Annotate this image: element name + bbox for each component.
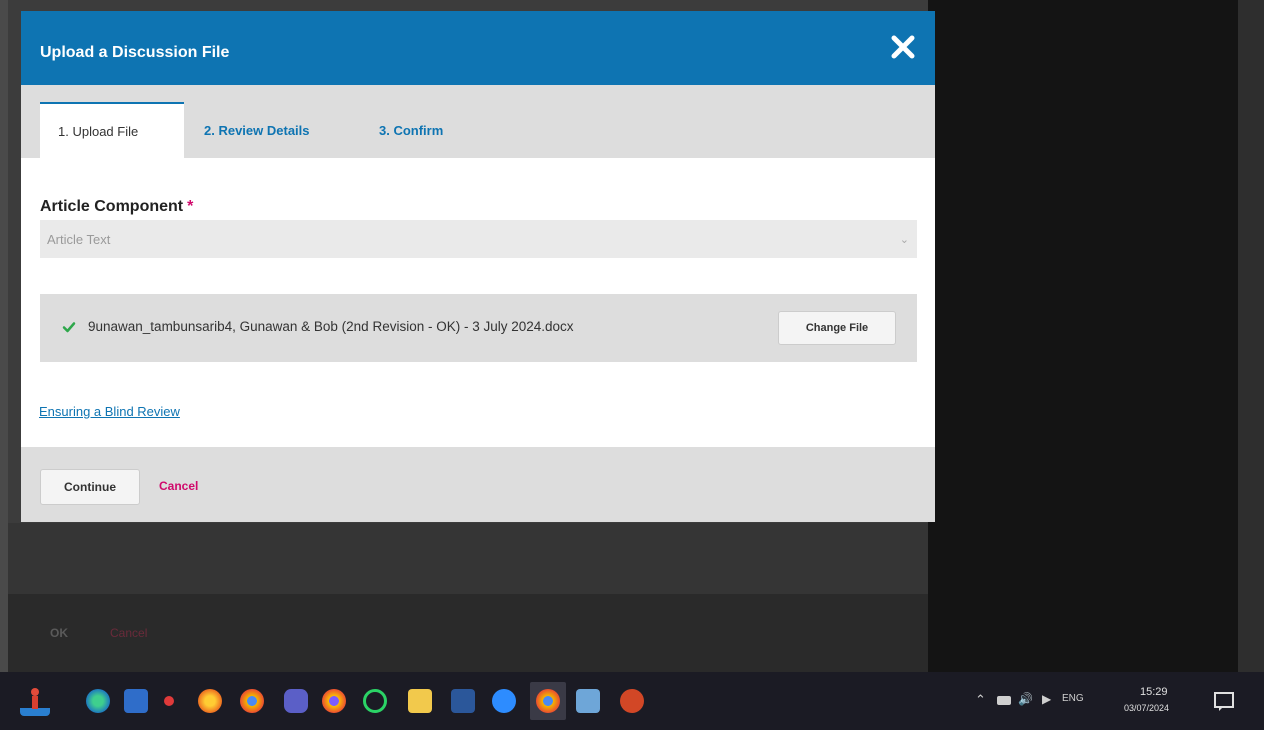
teams-icon[interactable] (284, 689, 308, 713)
tab-label: 2. Review Details (204, 122, 310, 138)
chrome-icon[interactable] (240, 689, 264, 713)
language-indicator[interactable]: ENG (1062, 693, 1084, 704)
continue-button[interactable]: Continue (40, 469, 140, 505)
tab-label: 1. Upload File (58, 123, 139, 139)
article-component-label: Article Component * (40, 198, 193, 216)
required-mark: * (187, 198, 194, 215)
background-ok-button: OK (50, 626, 68, 640)
cancel-link[interactable]: Cancel (159, 479, 198, 493)
whatsapp-icon[interactable] (363, 689, 387, 713)
store-icon[interactable] (124, 689, 148, 713)
change-file-button[interactable]: Change File (778, 311, 896, 345)
taskbar: ⌃ 🔊 ▶ ENG 15:29 03/07/2024 (0, 672, 1264, 730)
clock-time[interactable]: 15:29 (1140, 686, 1168, 698)
ensuring-blind-review-link[interactable]: Ensuring a Blind Review (39, 404, 180, 419)
article-component-selected-value: Article Text (47, 231, 111, 247)
firefox-icon[interactable] (198, 689, 222, 713)
uploaded-file-name: 9unawan_tambunsarib4, Gunawan & Bob (2nd… (88, 319, 574, 334)
network-icon[interactable] (997, 696, 1011, 705)
modal-footer: Continue Cancel (21, 447, 935, 522)
tab-upload-file[interactable]: 1. Upload File (40, 102, 184, 158)
volume-icon[interactable]: 🔊 (1018, 692, 1033, 706)
close-icon[interactable] (889, 33, 917, 61)
word-icon[interactable] (451, 689, 475, 713)
chevron-up-icon[interactable]: ⌃ (975, 692, 986, 708)
powerpoint-icon[interactable] (620, 689, 644, 713)
wifi-icon[interactable]: ▶ (1042, 692, 1051, 706)
article-component-select[interactable]: Article Text ⌄ (40, 220, 917, 258)
zoom-icon[interactable] (492, 689, 516, 713)
file-explorer-icon[interactable] (408, 689, 432, 713)
tab-confirm[interactable]: 3. Confirm (361, 102, 461, 158)
uploaded-file-box: 9unawan_tambunsarib4, Gunawan & Bob (2nd… (40, 294, 917, 362)
background-left-strip (0, 0, 8, 672)
notepad-icon[interactable] (576, 689, 600, 713)
modal-title: Upload a Discussion File (40, 44, 230, 61)
edge-browser-icon[interactable] (86, 689, 110, 713)
notification-icon[interactable] (1212, 689, 1236, 713)
upload-discussion-file-modal: Upload a Discussion File 1. Upload File … (21, 11, 935, 522)
article-component-label-text: Article Component (40, 198, 184, 215)
chevron-down-icon: ⌄ (899, 234, 909, 246)
dot-icon[interactable] (164, 696, 174, 706)
wizard-tabs: 1. Upload File 2. Review Details 3. Conf… (21, 85, 935, 158)
modal-content: Article Component * Article Text ⌄ 9unawa… (21, 158, 935, 447)
background-cancel-link: Cancel (110, 626, 148, 640)
tab-review-details[interactable]: 2. Review Details (186, 102, 328, 158)
chrome-profile-icon[interactable] (322, 689, 346, 713)
check-icon (62, 322, 76, 333)
background-right-edge (1238, 0, 1264, 672)
tab-label: 3. Confirm (379, 122, 444, 138)
clock-date[interactable]: 03/07/2024 (1124, 703, 1169, 713)
chrome-active-icon[interactable] (536, 689, 560, 713)
person-launcher-icon[interactable] (20, 686, 50, 716)
modal-header: Upload a Discussion File (21, 11, 935, 85)
